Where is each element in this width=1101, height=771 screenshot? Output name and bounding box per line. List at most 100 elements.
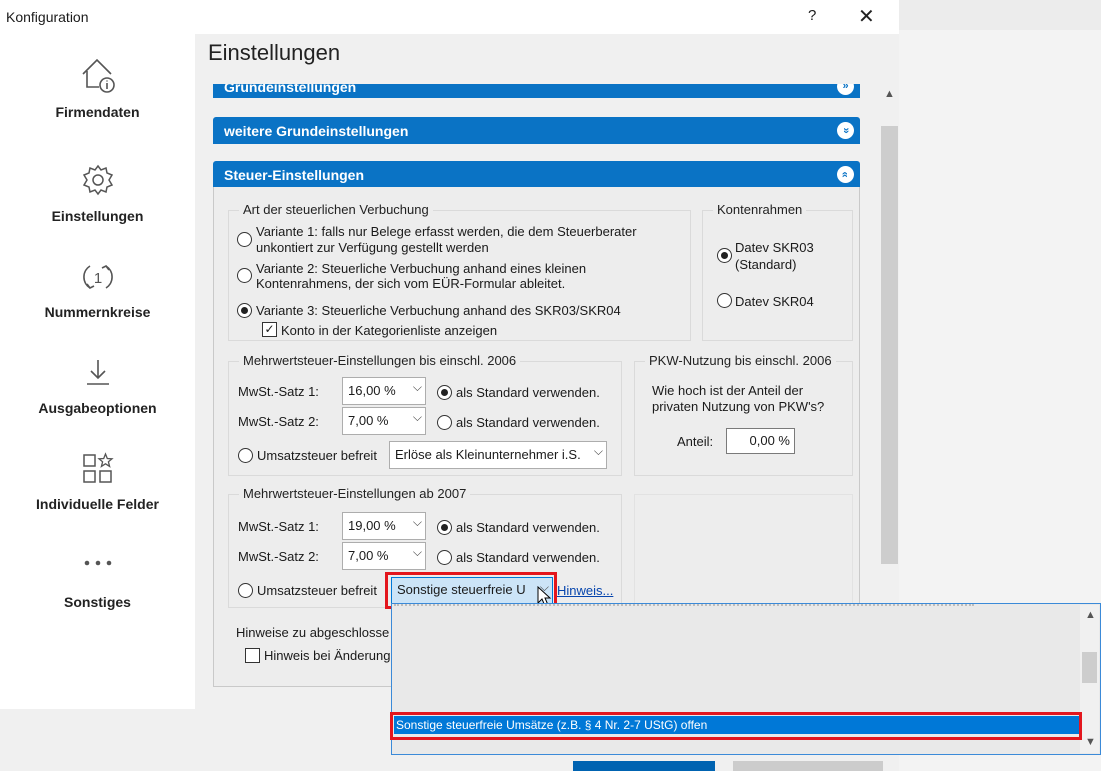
sidebar-item-individuelle-felder[interactable]: Individuelle Felder (0, 452, 195, 512)
group-title: PKW-Nutzung bis einschl. 2006 (645, 353, 836, 368)
radio-umsatzsteuer-befreit-2007[interactable] (238, 583, 253, 598)
collapse-icon[interactable]: » (837, 166, 854, 183)
section-steuer-einstellungen[interactable]: Steuer-Einstellungen » (213, 161, 860, 188)
section-weitere-grundeinstellungen[interactable]: weitere Grundeinstellungen » (213, 117, 860, 144)
ok-button[interactable] (573, 761, 715, 771)
radio-variante-3[interactable] (237, 303, 252, 318)
title-bar: Konfiguration ? ✕ (0, 0, 899, 34)
scrollbar-thumb[interactable] (1082, 652, 1097, 683)
home-info-icon (81, 58, 115, 93)
highlight-dropdown-option (390, 712, 1082, 740)
radio-skr03[interactable] (717, 248, 732, 263)
radio-variante-1[interactable] (237, 232, 252, 247)
field-label: MwSt.-Satz 2: (238, 414, 319, 429)
radio-label: Variante 2: Steuerliche Verbuchung anhan… (256, 261, 587, 276)
chevron-down-icon: ⌵ (593, 444, 603, 458)
field-label: Anteil: (677, 434, 714, 449)
scroll-down-icon[interactable]: ▼ (1085, 736, 1096, 748)
scrollbar-thumb[interactable] (881, 126, 898, 564)
group-title: Mehrwertsteuer-Einstellungen bis einschl… (239, 353, 521, 368)
expand-icon[interactable]: » (837, 84, 854, 95)
background-strip (899, 0, 1101, 30)
sidebar-item-nummernkreise[interactable]: 1 Nummernkreise (0, 260, 195, 320)
more-icon (84, 560, 111, 566)
pkw-question: Wie hoch ist der Anteil der (652, 383, 804, 398)
mwst2006-satz1-select[interactable]: 16,00 % ⌵ (342, 377, 426, 405)
sidebar-item-label: Einstellungen (51, 208, 144, 224)
section-title: weitere Grundeinstellungen (224, 123, 409, 139)
download-icon (86, 360, 109, 385)
mwst2007-satz1-select[interactable]: 19,00 % ⌵ (342, 512, 426, 540)
dropdown-partial-item (394, 604, 974, 607)
mwst2006-befreit-select[interactable]: Erlöse als Kleinunternehmer i.S. ⌵ (389, 441, 607, 469)
radio-label: als Standard verwenden. (456, 385, 600, 400)
sidebar-item-einstellungen[interactable]: Einstellungen (0, 162, 195, 224)
expand-icon[interactable]: » (837, 122, 854, 139)
checkbox-label: Hinweis bei Änderung (264, 648, 391, 663)
group-title: Kontenrahmen (713, 202, 807, 217)
pkw-question: privaten Nutzung von PKW's? (652, 399, 825, 414)
radio-label: Umsatzsteuer befreit (257, 583, 377, 598)
dropdown-scrollbar[interactable]: ▲ ▼ (1080, 605, 1099, 753)
radio-label: als Standard verwenden. (456, 415, 600, 430)
radio-umsatzsteuer-befreit-2006[interactable] (238, 448, 253, 463)
group-kontenrahmen: Kontenrahmen (702, 202, 853, 341)
sidebar-item-firmendaten[interactable]: Firmendaten (0, 54, 195, 120)
checkbox-hinweis-aenderung[interactable] (245, 648, 260, 663)
sidebar: Firmendaten Einstellungen 1 Nummernkreis… (0, 34, 195, 709)
select-value: 19,00 % (348, 518, 396, 533)
hinweise-title: Hinweise zu abgeschlosse (236, 625, 390, 640)
radio-skr04[interactable] (717, 293, 732, 308)
sidebar-item-label: Nummernkreise (44, 304, 151, 320)
field-label: MwSt.-Satz 1: (238, 384, 319, 399)
scroll-up-icon[interactable]: ▲ (1085, 609, 1096, 621)
radio-variante-2[interactable] (237, 268, 252, 283)
sidebar-item-label: Individuelle Felder (36, 496, 159, 512)
svg-text:1: 1 (93, 270, 101, 287)
select-value: 7,00 % (348, 548, 389, 563)
chevron-down-icon: ⌵ (412, 410, 422, 424)
section-grundeinstellungen[interactable]: Grundeinstellungen » (213, 84, 860, 98)
chevron-down-icon: ⌵ (412, 545, 422, 559)
mwst2006-satz2-select[interactable]: 7,00 % ⌵ (342, 407, 426, 435)
radio-label: Datev SKR04 (735, 294, 814, 309)
checkbox-konto-kategorienliste[interactable]: ✓ (262, 322, 277, 337)
hinweis-link[interactable]: Hinweis... (557, 583, 613, 598)
radio-label: Variante 3: Steuerliche Verbuchung anhan… (256, 303, 621, 318)
radio-label: (Standard) (735, 257, 797, 272)
field-label: MwSt.-Satz 1: (238, 519, 319, 534)
scroll-up-icon[interactable]: ▲ (884, 88, 895, 100)
cancel-button[interactable] (733, 761, 883, 771)
group-pkw: PKW-Nutzung bis einschl. 2006 (634, 353, 853, 476)
radio-standard-satz1-2007[interactable] (437, 520, 452, 535)
sidebar-item-ausgabeoptionen[interactable]: Ausgabeoptionen (0, 356, 195, 416)
radio-standard-satz2-2007[interactable] (437, 550, 452, 565)
radio-label: als Standard verwenden. (456, 550, 600, 565)
refresh-number-icon: 1 (82, 264, 113, 290)
radio-label: als Standard verwenden. (456, 520, 600, 535)
radio-standard-satz2-2006[interactable] (437, 415, 452, 430)
pkw-anteil-input[interactable]: 0,00 % (726, 428, 795, 454)
group-title: Art der steuerlichen Verbuchung (239, 202, 433, 217)
group-empty (634, 494, 853, 608)
group-title: Mehrwertsteuer-Einstellungen ab 2007 (239, 486, 471, 501)
page-title: Einstellungen (208, 40, 341, 65)
mwst2007-satz2-select[interactable]: 7,00 % ⌵ (342, 542, 426, 570)
help-button[interactable]: ? (808, 7, 816, 24)
radio-label: Variante 1: falls nur Belege erfasst wer… (256, 224, 637, 239)
field-label: MwSt.-Satz 2: (238, 549, 319, 564)
radio-label: Umsatzsteuer befreit (257, 448, 377, 463)
close-button[interactable]: ✕ (858, 4, 875, 29)
sidebar-item-label: Firmendaten (55, 104, 140, 120)
section-title: Grundeinstellungen (224, 84, 357, 95)
select-value: Erlöse als Kleinunternehmer i.S. (395, 447, 581, 462)
sidebar-item-label: Ausgabeoptionen (38, 400, 157, 416)
widgets-icon (82, 452, 114, 483)
select-value: 16,00 % (348, 383, 396, 398)
sidebar-item-sonstiges[interactable]: Sonstiges (0, 556, 195, 610)
sidebar-item-label: Sonstiges (64, 594, 131, 610)
radio-label: Datev SKR03 (735, 240, 814, 255)
radio-label: Kontenrahmens, der sich vom EÜR-Formular… (256, 276, 566, 291)
radio-standard-satz1-2006[interactable] (437, 385, 452, 400)
section-title: Steuer-Einstellungen (224, 167, 365, 183)
